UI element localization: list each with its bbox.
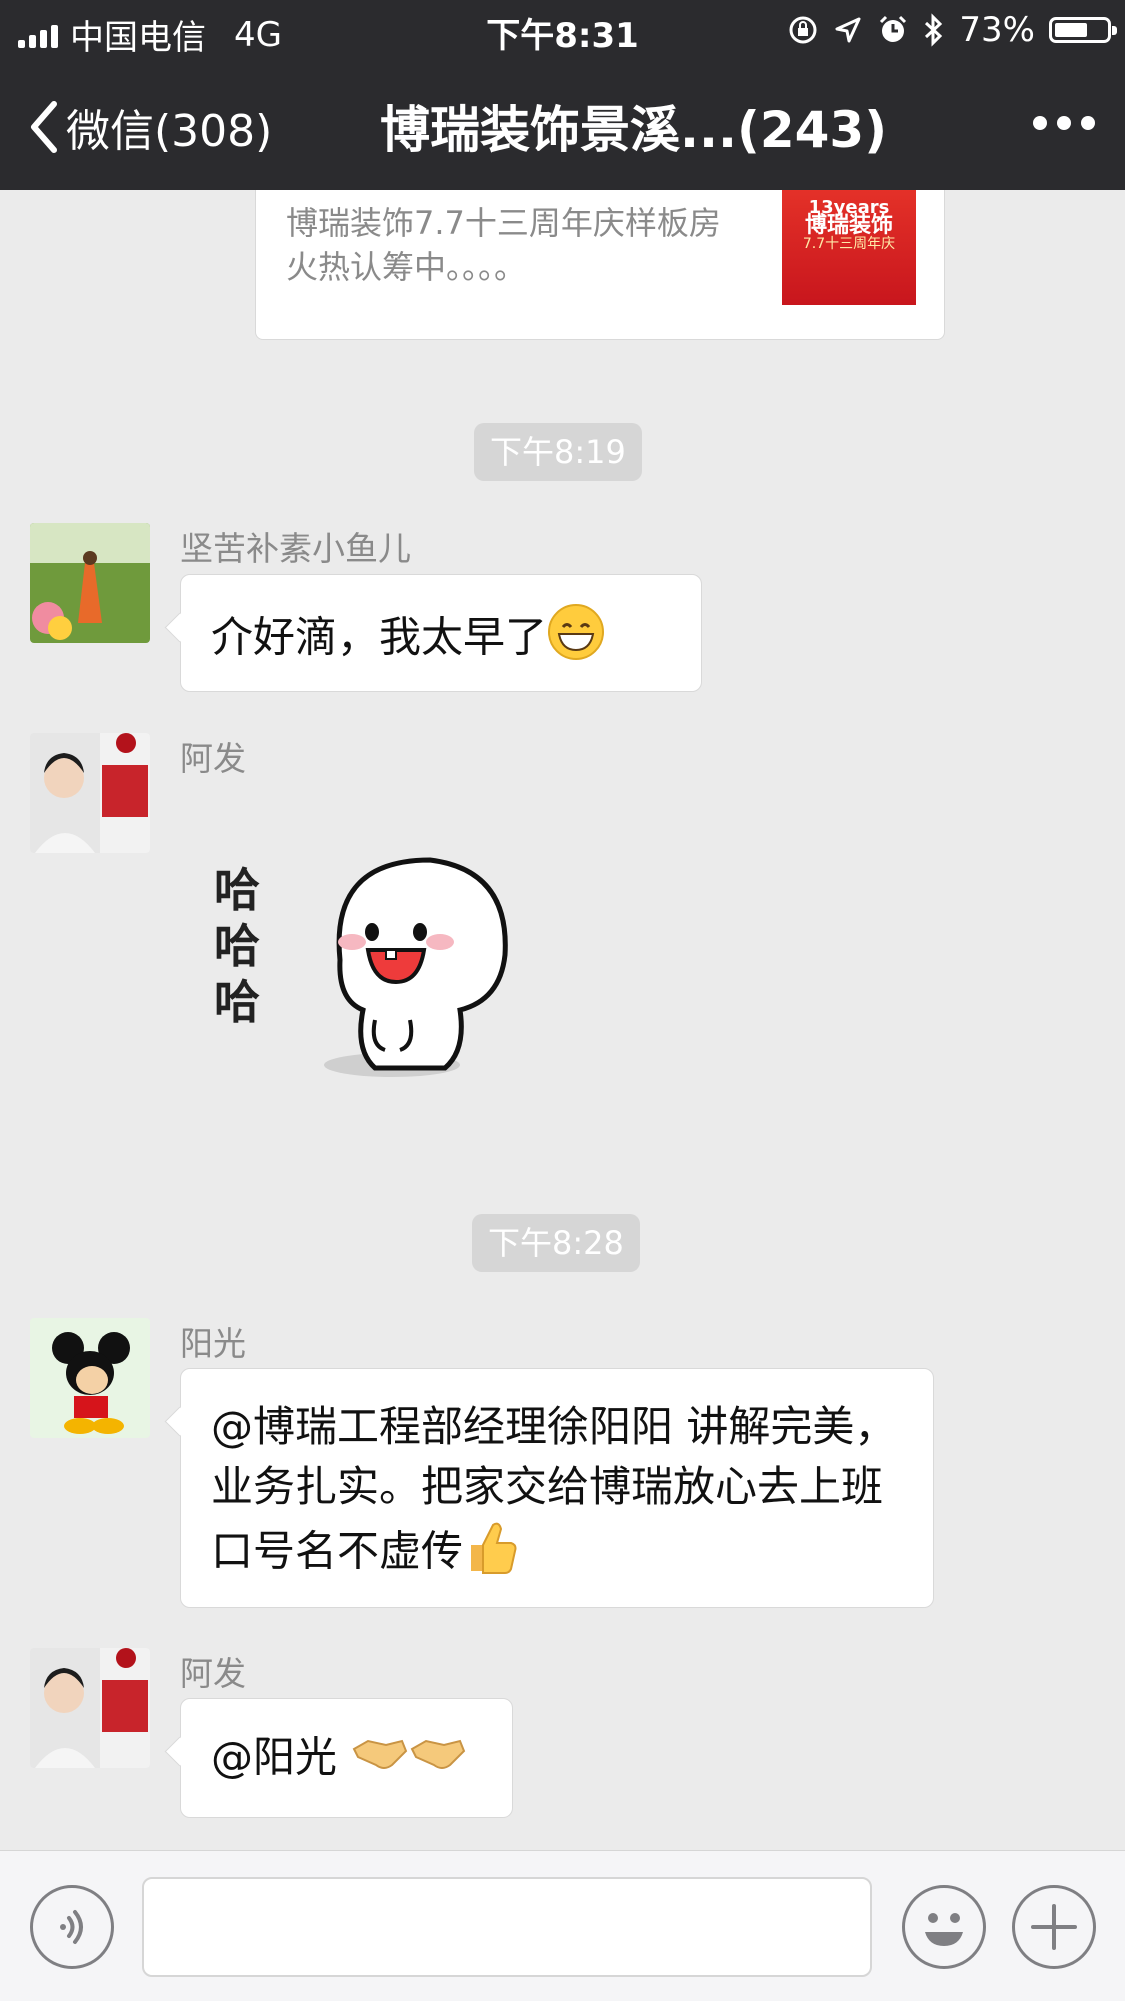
shared-link-card[interactable]: 博瑞装饰7.7十三周年庆样板房火热认筹中。。。。 13years 博瑞装饰 7.… [255, 190, 945, 340]
input-bar [0, 1850, 1125, 2001]
card-thumbnail: 13years 博瑞装饰 7.7十三周年庆 [782, 190, 916, 305]
back-label: 微信(308) [66, 106, 273, 157]
more-dot [1081, 116, 1095, 130]
avatar-image [30, 1648, 150, 1768]
chat-area[interactable]: 博瑞装饰7.7十三周年庆样板房火热认筹中。。。。 13years 博瑞装饰 7.… [0, 190, 1125, 1850]
laughing-sticker-image [324, 857, 508, 1077]
nav-bar: 微信(308) 博瑞装饰景溪...(243) [0, 60, 1125, 190]
handshake-emoji-icon [350, 1727, 466, 1793]
smiley-icon [925, 1913, 963, 1946]
message-text: @阳光 [211, 1732, 351, 1782]
status-right: 73% [787, 10, 1117, 50]
more-actions-button[interactable] [1012, 1885, 1096, 1969]
avatar-image [30, 733, 150, 853]
thumbs-up-emoji-icon [463, 1517, 521, 1591]
orientation-lock-icon [789, 16, 817, 44]
message-bubble[interactable]: 介好滴，我太早了 [180, 574, 702, 692]
more-dot [1033, 116, 1047, 130]
chat-title: 博瑞装饰景溪...(243) [380, 101, 888, 159]
status-bar: 中国电信 4G 下午8:31 73% [0, 0, 1125, 60]
sender-name: 阿发 [180, 739, 246, 778]
more-button[interactable] [1033, 116, 1095, 130]
battery-icon [1049, 17, 1117, 43]
message-bubble[interactable]: @阳光 [180, 1698, 513, 1818]
sticker-message[interactable]: 哈哈哈 [200, 840, 540, 1080]
avatar-image [30, 523, 150, 643]
message-text: @博瑞工程部经理徐阳阳 讲解完美，业务扎实。把家交给博瑞放心去上班口号名不虚传 [211, 1402, 897, 1576]
thumb-line2: 博瑞装饰 [804, 213, 893, 238]
plus-icon [1031, 1904, 1077, 1950]
voice-button[interactable] [30, 1885, 114, 1969]
thumb-line3: 7.7十三周年庆 [802, 236, 896, 252]
avatar-image [30, 1318, 150, 1438]
location-icon [835, 17, 861, 43]
card-text: 博瑞装饰7.7十三周年庆样板房火热认筹中。。。。 [286, 204, 721, 286]
emoji-button[interactable] [902, 1885, 986, 1969]
avatar[interactable] [30, 523, 150, 643]
avatar[interactable] [30, 1318, 150, 1438]
battery-fill [1055, 23, 1088, 37]
message-input[interactable] [142, 1877, 872, 1977]
sender-name: 坚苦补素小鱼儿 [180, 529, 411, 568]
battery-percent: 73% [959, 10, 1035, 50]
sticker-text: 哈哈哈 [214, 863, 260, 1029]
more-dot [1057, 116, 1071, 130]
chevron-left-icon [31, 101, 57, 153]
back-button[interactable]: 微信(308) [28, 95, 272, 159]
avatar[interactable] [30, 1648, 150, 1768]
voice-icon [60, 1910, 83, 1944]
alarm-icon [880, 15, 907, 42]
grin-emoji-icon [547, 603, 605, 677]
message-text: 介好滴，我太早了 [211, 612, 548, 662]
sender-name: 阿发 [180, 1654, 246, 1693]
sender-name: 阳光 [180, 1324, 246, 1363]
message-bubble[interactable]: @博瑞工程部经理徐阳阳 讲解完美，业务扎实。把家交给博瑞放心去上班口号名不虚传 [180, 1368, 934, 1608]
avatar[interactable] [30, 733, 150, 853]
timestamp: 下午8:19 [474, 423, 642, 481]
bluetooth-icon [925, 13, 943, 47]
timestamp: 下午8:28 [472, 1214, 640, 1272]
